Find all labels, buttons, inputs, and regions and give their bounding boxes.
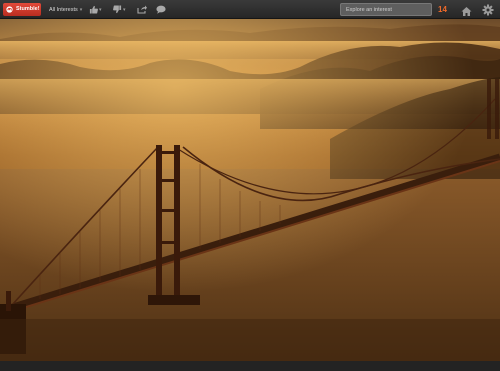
interests-dropdown[interactable]: All Interests ▾ [49, 5, 82, 15]
chevron-down-icon: ▾ [123, 6, 126, 13]
thumbs-down-icon [113, 5, 122, 14]
stumble-logo-icon [6, 6, 13, 13]
home-icon [461, 7, 472, 16]
thumbs-up-icon [89, 5, 98, 14]
stumble-toolbar: Stumble! All Interests ▾ ▾ ▾ Explore an [0, 0, 500, 19]
share-icon [137, 5, 147, 14]
notification-badge[interactable]: 14 [438, 4, 452, 15]
chevron-down-icon: ▾ [99, 6, 102, 13]
search-placeholder: Explore an interest [346, 6, 392, 13]
dislike-button[interactable]: ▾ [113, 4, 126, 15]
golden-gate-bridge-photo [0, 19, 500, 361]
stumble-content-image[interactable] [0, 19, 500, 361]
explore-interest-input[interactable]: Explore an interest [340, 3, 432, 16]
share-button[interactable] [137, 4, 147, 15]
comment-button[interactable] [156, 4, 166, 15]
gear-icon [482, 4, 494, 16]
comment-icon [156, 5, 166, 14]
like-button[interactable]: ▾ [89, 4, 102, 15]
stumble-label: Stumble! [16, 5, 40, 12]
stumble-button[interactable]: Stumble! [3, 3, 41, 16]
interests-label: All Interests [49, 7, 78, 13]
chevron-down-icon: ▾ [79, 7, 83, 13]
page-bottom-bar [0, 361, 500, 371]
